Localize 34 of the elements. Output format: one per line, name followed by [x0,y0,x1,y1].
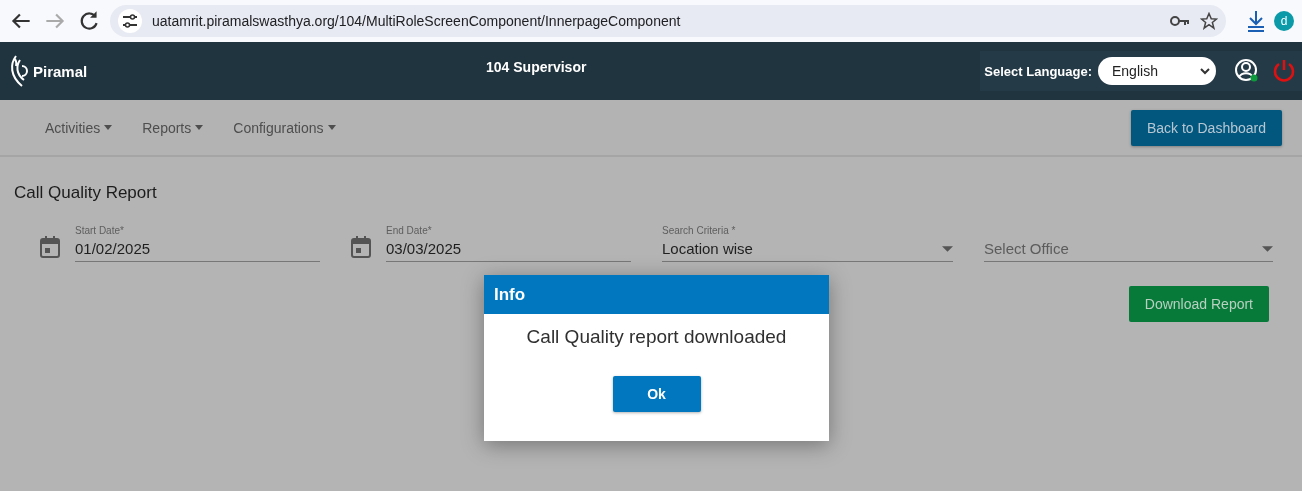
download-icon[interactable] [1246,10,1266,32]
caret-icon [195,125,204,130]
dropdown-arrow-icon [1262,245,1273,252]
profile-avatar[interactable]: d [1274,11,1294,31]
calendar-icon[interactable] [40,236,60,258]
ok-button[interactable]: Ok [612,376,701,412]
menu-dropdown[interactable]: Configurations [233,119,336,136]
chevron-down-icon [1200,67,1210,75]
user-status-icon[interactable] [1234,58,1260,84]
page-title: Call Quality Report [14,183,158,203]
dropdown-field[interactable]: Select Office [984,240,1273,262]
dialog-title: Info [484,275,829,314]
date-field[interactable]: End Date* 03/03/2025 [386,225,631,262]
menu-dropdown[interactable]: Activities [45,119,113,136]
back-to-dashboard-button[interactable]: Back to Dashboard [1130,109,1282,146]
site-settings-icon[interactable] [122,14,138,28]
logo-icon [8,54,30,88]
caret-icon [327,125,336,130]
calendar-icon[interactable] [351,236,371,258]
app-title: 104 Supervisor [485,59,588,75]
download-report-button[interactable]: Download Report [1128,286,1269,322]
language-label: Select Language: [984,63,1092,79]
power-icon[interactable] [1272,59,1296,83]
caret-icon [104,125,113,130]
dropdown-arrow-icon [942,245,953,252]
address-bar[interactable]: uatamrit.piramalswasthya.org/104/MultiRoleScreenComponent/InnerpageComponent [110,5,1226,37]
star-icon[interactable] [1200,12,1218,30]
language-select[interactable]: English [1098,57,1216,85]
brand-name: Piramal [33,62,88,80]
dialog-message: Call Quality report downloaded [526,326,787,348]
date-field[interactable]: Start Date* 01/02/2025 [75,225,320,262]
menu-dropdown[interactable]: Reports [142,119,204,136]
key-icon[interactable] [1170,15,1190,27]
dropdown-field[interactable]: Search Criteria * Location wise [662,225,953,262]
